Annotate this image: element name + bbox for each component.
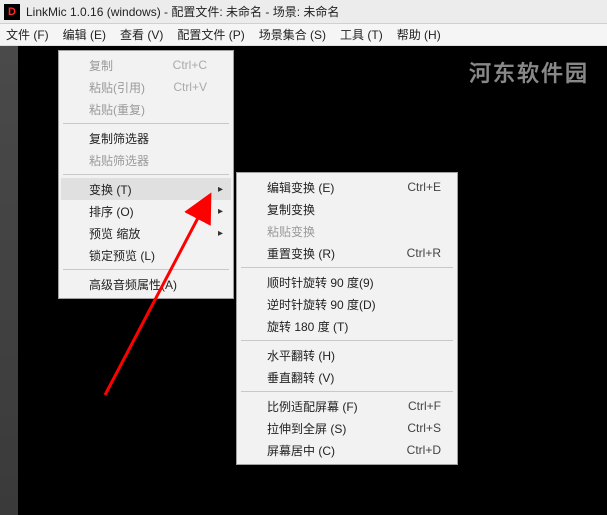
menu-item-label: 粘贴筛选器 [89, 152, 149, 169]
menu-item-label: 高级音频属性(A) [89, 276, 177, 293]
title-bar: D LinkMic 1.0.16 (windows) - 配置文件: 未命名 -… [0, 0, 607, 24]
menu-item-label: 预览 缩放 [89, 225, 140, 242]
menu-item-copy[interactable]: 复制 Ctrl+C [61, 54, 231, 76]
menu-item-shortcut: Ctrl+C [173, 58, 207, 72]
menu-tools[interactable]: 工具 (T) [340, 26, 383, 43]
menu-item-label: 复制筛选器 [89, 130, 149, 147]
chevron-right-icon: ▸ [218, 206, 223, 217]
menu-item-label: 重置变换 (R) [267, 245, 335, 262]
chevron-right-icon: ▸ [218, 184, 223, 195]
menu-profile[interactable]: 配置文件 (P) [177, 26, 244, 43]
menu-item-fit-screen[interactable]: 比例适配屏幕 (F) Ctrl+F [239, 395, 455, 417]
menu-item-label: 垂直翻转 (V) [267, 369, 334, 386]
menu-item-edit-transform[interactable]: 编辑变换 (E) Ctrl+E [239, 176, 455, 198]
menu-item-lock-preview[interactable]: 锁定预览 (L) [61, 244, 231, 266]
menu-separator [241, 391, 453, 392]
menu-separator [63, 174, 229, 175]
menu-item-label: 粘贴(引用) [89, 79, 145, 96]
menu-item-label: 屏幕居中 (C) [267, 442, 335, 459]
window-title: LinkMic 1.0.16 (windows) - 配置文件: 未命名 - 场… [26, 3, 339, 20]
menu-item-label: 拉伸到全屏 (S) [267, 420, 346, 437]
menu-item-adv-audio[interactable]: 高级音频属性(A) [61, 273, 231, 295]
menu-view[interactable]: 查看 (V) [120, 26, 163, 43]
menu-item-label: 水平翻转 (H) [267, 347, 335, 364]
menu-item-label: 锁定预览 (L) [89, 247, 155, 264]
menu-item-copy-transform[interactable]: 复制变换 [239, 198, 455, 220]
menu-item-paste-ref[interactable]: 粘贴(引用) Ctrl+V [61, 76, 231, 98]
menu-item-shortcut: Ctrl+S [407, 421, 441, 435]
menu-item-label: 比例适配屏幕 (F) [267, 398, 358, 415]
menu-item-flip-v[interactable]: 垂直翻转 (V) [239, 366, 455, 388]
menu-file[interactable]: 文件 (F) [6, 26, 49, 43]
menu-item-label: 复制变换 [267, 201, 315, 218]
menu-separator [63, 269, 229, 270]
menu-item-label: 粘贴(重复) [89, 101, 145, 118]
menu-item-order[interactable]: 排序 (O) ▸ [61, 200, 231, 222]
menu-edit[interactable]: 编辑 (E) [63, 26, 106, 43]
menu-item-label: 变换 (T) [89, 181, 132, 198]
menu-item-flip-h[interactable]: 水平翻转 (H) [239, 344, 455, 366]
menu-item-label: 旋转 180 度 (T) [267, 318, 348, 335]
menu-item-label: 粘贴变换 [267, 223, 315, 240]
menu-scene-collection[interactable]: 场景集合 (S) [259, 26, 326, 43]
menu-item-rotate-cw[interactable]: 顺时针旋转 90 度(9) [239, 271, 455, 293]
menu-item-shortcut: Ctrl+E [407, 180, 441, 194]
menu-item-reset-transform[interactable]: 重置变换 (R) Ctrl+R [239, 242, 455, 264]
menu-bar: 文件 (F) 编辑 (E) 查看 (V) 配置文件 (P) 场景集合 (S) 工… [0, 24, 607, 46]
menu-item-label: 逆时针旋转 90 度(D) [267, 296, 376, 313]
menu-separator [63, 123, 229, 124]
menu-item-paste-transform[interactable]: 粘贴变换 [239, 220, 455, 242]
menu-help[interactable]: 帮助 (H) [397, 26, 441, 43]
menu-item-copy-filter[interactable]: 复制筛选器 [61, 127, 231, 149]
menu-item-shortcut: Ctrl+F [408, 399, 441, 413]
menu-item-center-screen[interactable]: 屏幕居中 (C) Ctrl+D [239, 439, 455, 461]
chevron-right-icon: ▸ [218, 228, 223, 239]
menu-item-transform[interactable]: 变换 (T) ▸ [61, 178, 231, 200]
menu-separator [241, 267, 453, 268]
menu-item-paste-dup[interactable]: 粘贴(重复) [61, 98, 231, 120]
menu-separator [241, 340, 453, 341]
menu-item-rotate-ccw[interactable]: 逆时针旋转 90 度(D) [239, 293, 455, 315]
menu-item-paste-filter[interactable]: 粘贴筛选器 [61, 149, 231, 171]
menu-item-label: 排序 (O) [89, 203, 134, 220]
submenu-transform: 编辑变换 (E) Ctrl+E 复制变换 粘贴变换 重置变换 (R) Ctrl+… [236, 172, 458, 465]
app-icon: D [4, 4, 20, 20]
menu-item-shortcut: Ctrl+R [407, 246, 441, 260]
menu-item-preview-scale[interactable]: 预览 缩放 ▸ [61, 222, 231, 244]
menu-item-label: 复制 [89, 57, 113, 74]
menu-item-label: 编辑变换 (E) [267, 179, 334, 196]
menu-item-shortcut: Ctrl+V [173, 80, 207, 94]
menu-item-rotate-180[interactable]: 旋转 180 度 (T) [239, 315, 455, 337]
menu-item-shortcut: Ctrl+D [407, 443, 441, 457]
menu-item-stretch-screen[interactable]: 拉伸到全屏 (S) Ctrl+S [239, 417, 455, 439]
context-menu-edit: 复制 Ctrl+C 粘贴(引用) Ctrl+V 粘贴(重复) 复制筛选器 粘贴筛… [58, 50, 234, 299]
preview-sidebar [0, 46, 18, 515]
menu-item-label: 顺时针旋转 90 度(9) [267, 274, 374, 291]
